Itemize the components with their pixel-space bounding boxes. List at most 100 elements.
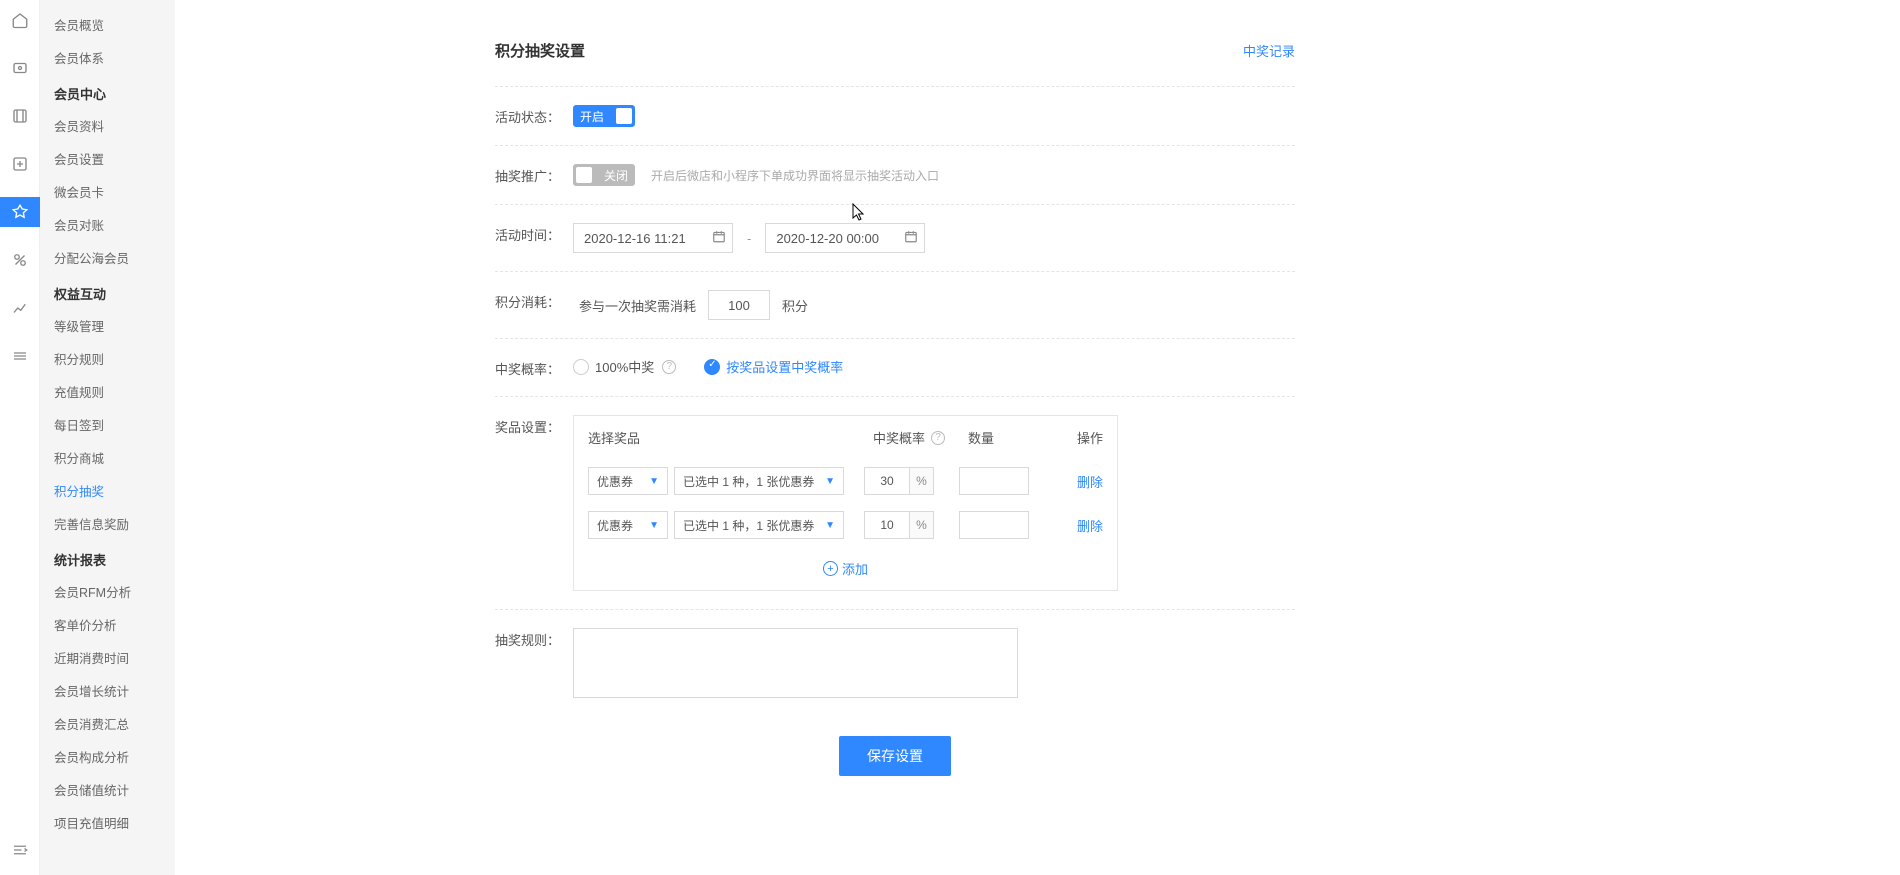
select-value: 优惠券 [597, 517, 633, 534]
add-prize-button[interactable]: + 添加 [574, 547, 1117, 590]
sidebar-item[interactable]: 分配公海会员 [40, 241, 175, 274]
sidebar-item[interactable]: 完善信息奖励 [40, 507, 175, 540]
rail-icon-4[interactable] [0, 149, 40, 179]
prize-table-head: 选择奖品 中奖概率 ? 数量 操作 [574, 416, 1117, 459]
toggle-text: 开启 [580, 108, 604, 125]
home-icon[interactable] [0, 5, 40, 35]
toggle-text: 关闭 [604, 167, 628, 184]
sidebar-item[interactable]: 充值规则 [40, 375, 175, 408]
prize-type-select[interactable]: 优惠券 ▼ [588, 511, 668, 539]
prize-qty-input[interactable] [959, 511, 1029, 539]
collapse-icon[interactable] [0, 835, 40, 865]
th-prize: 选择奖品 [588, 428, 873, 447]
chevron-down-icon: ▼ [825, 520, 835, 531]
end-date-value: 2020-12-20 00:00 [776, 231, 879, 246]
prize-detail-select[interactable]: 已选中 1 种，1 张优惠券 ▼ [674, 467, 844, 495]
rail-icon-2[interactable] [0, 53, 40, 83]
promo-hint: 开启后微店和小程序下单成功界面将显示抽奖活动入口 [651, 167, 939, 184]
prize-label: 奖品设置： [495, 415, 573, 436]
sidebar-item[interactable]: 会员构成分析 [40, 740, 175, 773]
th-qty: 数量 [968, 428, 1063, 447]
prize-rate-input[interactable] [865, 512, 909, 538]
sidebar-item[interactable]: 会员体系 [40, 41, 175, 74]
percent-label: % [909, 512, 933, 538]
status-toggle[interactable]: 开启 [573, 105, 635, 127]
rate-option-100[interactable]: 100%中奖 ? [573, 357, 676, 376]
chevron-down-icon: ▼ [825, 476, 835, 487]
sidebar-item[interactable]: 客单价分析 [40, 608, 175, 641]
th-rate: 中奖概率 ? [873, 428, 968, 447]
sidebar-item[interactable]: 会员消费汇总 [40, 707, 175, 740]
sidebar-group-title: 统计报表 [40, 540, 175, 575]
prize-detail-select[interactable]: 已选中 1 种，1 张优惠券 ▼ [674, 511, 844, 539]
sidebar-item[interactable]: 会员对账 [40, 208, 175, 241]
records-link[interactable]: 中奖记录 [1243, 41, 1295, 60]
chevron-down-icon: ▼ [649, 476, 659, 487]
sidebar-item[interactable]: 积分规则 [40, 342, 175, 375]
save-button[interactable]: 保存设置 [839, 736, 951, 776]
rail-icon-3[interactable] [0, 101, 40, 131]
sidebar-item[interactable]: 会员资料 [40, 109, 175, 142]
rate-option-by-prize[interactable]: 按奖品设置中奖概率 [704, 357, 843, 376]
chevron-down-icon: ▼ [649, 520, 659, 531]
sidebar-item[interactable]: 每日签到 [40, 408, 175, 441]
delete-link[interactable]: 删除 [1077, 516, 1103, 535]
plus-icon: + [823, 561, 838, 576]
prize-table: 选择奖品 中奖概率 ? 数量 操作 优惠券 ▼ [573, 415, 1118, 591]
sidebar-item-points-lottery[interactable]: 积分抽奖 [40, 474, 175, 507]
sidebar-group-title: 会员中心 [40, 74, 175, 109]
delete-link[interactable]: 删除 [1077, 472, 1103, 491]
rules-textarea[interactable] [573, 628, 1018, 698]
start-date-input[interactable]: 2020-12-16 11:21 [573, 223, 733, 253]
promo-label: 抽奖推广： [495, 164, 573, 185]
calendar-icon [904, 230, 918, 247]
sidebar-item[interactable]: 积分商城 [40, 441, 175, 474]
prize-rate-input-wrap: % [864, 467, 934, 495]
help-icon[interactable]: ? [662, 360, 676, 374]
settings-icon[interactable] [0, 341, 40, 371]
sidebar-item[interactable]: 会员储值统计 [40, 773, 175, 806]
radio-icon [573, 359, 589, 375]
cost-input[interactable] [708, 290, 770, 320]
prize-row: 优惠券 ▼ 已选中 1 种，1 张优惠券 ▼ % [574, 459, 1117, 503]
radio-icon [704, 359, 720, 375]
page-title: 积分抽奖设置 [495, 40, 585, 61]
th-op: 操作 [1063, 428, 1103, 447]
radio-label: 100%中奖 [595, 357, 654, 376]
prize-type-select[interactable]: 优惠券 ▼ [588, 467, 668, 495]
sidebar-item[interactable]: 近期消费时间 [40, 641, 175, 674]
cost-suffix: 积分 [782, 296, 808, 315]
member-icon[interactable] [0, 197, 40, 227]
sidebar-item[interactable]: 会员增长统计 [40, 674, 175, 707]
status-label: 活动状态： [495, 105, 573, 126]
help-icon[interactable]: ? [931, 431, 945, 445]
sidebar-group-title: 权益互动 [40, 274, 175, 309]
select-value: 优惠券 [597, 473, 633, 490]
prize-qty-input[interactable] [959, 467, 1029, 495]
add-label: 添加 [842, 559, 868, 578]
sidebar-item[interactable]: 等级管理 [40, 309, 175, 342]
select-value: 已选中 1 种，1 张优惠券 [683, 517, 814, 534]
select-value: 已选中 1 种，1 张优惠券 [683, 473, 814, 490]
main-content: 积分抽奖设置 中奖记录 活动状态： 开启 抽奖推广： 关闭 [175, 0, 1900, 875]
chart-icon[interactable] [0, 293, 40, 323]
prize-row: 优惠券 ▼ 已选中 1 种，1 张优惠券 ▼ % [574, 503, 1117, 547]
prize-rate-input[interactable] [865, 468, 909, 494]
rail-icon-6[interactable] [0, 245, 40, 275]
percent-label: % [909, 468, 933, 494]
sidebar-item[interactable]: 会员RFM分析 [40, 575, 175, 608]
promo-toggle[interactable]: 关闭 [573, 164, 635, 186]
date-separator: - [747, 231, 751, 246]
sidebar-item[interactable]: 会员概览 [40, 8, 175, 41]
rate-label: 中奖概率： [495, 357, 573, 378]
end-date-input[interactable]: 2020-12-20 00:00 [765, 223, 925, 253]
cost-label: 积分消耗： [495, 290, 573, 311]
time-label: 活动时间： [495, 223, 573, 244]
sidebar-item[interactable]: 会员设置 [40, 142, 175, 175]
prize-rate-input-wrap: % [864, 511, 934, 539]
rules-label: 抽奖规则： [495, 628, 573, 649]
sidebar-item[interactable]: 微会员卡 [40, 175, 175, 208]
calendar-icon [712, 230, 726, 247]
sidebar-item[interactable]: 项目充值明细 [40, 806, 175, 839]
icon-rail [0, 0, 40, 875]
